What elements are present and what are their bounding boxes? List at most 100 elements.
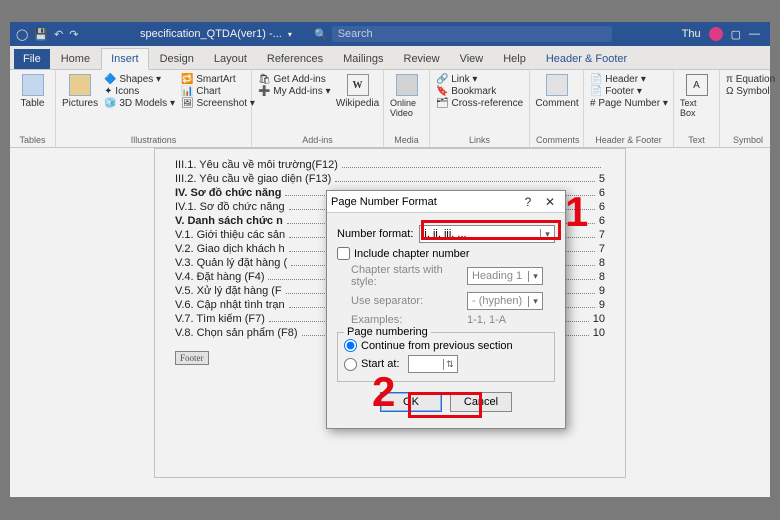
comment-button[interactable]: Comment: [536, 74, 578, 109]
group-label: Links: [436, 135, 523, 145]
pictures-button[interactable]: Pictures: [62, 74, 98, 109]
video-icon: [396, 74, 418, 96]
avatar[interactable]: [709, 27, 723, 41]
search-input[interactable]: [332, 26, 612, 42]
chapter-style-label: Chapter starts with style:: [351, 264, 461, 288]
group-label: Illustrations: [62, 135, 245, 145]
my-addins-button[interactable]: ➕ My Add-ins ▾: [258, 86, 331, 97]
chevron-down-icon[interactable]: ▾: [288, 30, 292, 39]
save-icon[interactable]: 💾: [34, 28, 48, 41]
group-media: Online Video Media: [384, 70, 430, 147]
group-header-footer: 📄 Header ▾ 📄 Footer ▾ # Page Number ▾ He…: [584, 70, 674, 147]
crossref-button[interactable]: 🗂 Cross-reference: [436, 98, 523, 109]
user-name: Thu: [682, 28, 701, 40]
ok-button[interactable]: OK: [380, 392, 442, 412]
tab-insert[interactable]: Insert: [101, 48, 149, 70]
tab-header-footer[interactable]: Header & Footer: [537, 49, 636, 69]
quick-access-toolbar: ◯ 💾 ↶ ↷: [10, 28, 140, 41]
number-format-value: i, ii, iii, ...: [420, 228, 540, 240]
page-number-button[interactable]: # Page Number ▾: [590, 98, 668, 109]
chart-button[interactable]: 📊 Chart: [181, 86, 255, 97]
wikipedia-icon: W: [347, 74, 369, 96]
include-chapter-checkbox[interactable]: [337, 247, 350, 260]
table-button[interactable]: Table: [16, 74, 49, 109]
screenshot-button[interactable]: 🖼 Screenshot ▾: [181, 98, 255, 109]
get-addins-button[interactable]: 🛍 Get Add-ins: [258, 74, 331, 85]
tab-file[interactable]: File: [14, 49, 50, 69]
equation-button[interactable]: π Equation: [726, 74, 775, 85]
smartart-button[interactable]: 🔁 SmartArt: [181, 74, 255, 85]
chevron-down-icon[interactable]: ▾: [540, 229, 554, 240]
separator-label: Use separator:: [351, 295, 461, 307]
minimize-icon[interactable]: —: [749, 28, 760, 40]
document-name: specification_QTDA(ver1) -... ▾: [140, 28, 310, 40]
tab-mailings[interactable]: Mailings: [334, 49, 392, 69]
tab-view[interactable]: View: [451, 49, 493, 69]
group-tables: Table Tables: [10, 70, 56, 147]
tab-review[interactable]: Review: [395, 49, 449, 69]
continue-label: Continue from previous section: [361, 340, 513, 352]
online-video-button[interactable]: Online Video: [390, 74, 423, 118]
group-label: Header & Footer: [590, 135, 667, 145]
tab-references[interactable]: References: [258, 49, 332, 69]
dialog-titlebar: Page Number Format ? ✕: [327, 191, 565, 213]
group-illustrations: Pictures 🔷 Shapes ▾ ✦ Icons 🧊 3D Models …: [56, 70, 252, 147]
continue-radio[interactable]: [344, 339, 357, 352]
footer-indicator[interactable]: Footer: [175, 351, 209, 365]
spinner-icon[interactable]: ⇅: [443, 359, 457, 370]
tab-home[interactable]: Home: [52, 49, 99, 69]
document-title: specification_QTDA(ver1) -...: [140, 28, 282, 40]
search-icon: 🔍: [314, 28, 328, 41]
link-button[interactable]: 🔗 Link ▾: [436, 74, 523, 85]
3dmodels-button[interactable]: 🧊 3D Models ▾: [104, 98, 175, 109]
comment-icon: [546, 74, 568, 96]
toc-line: III.2. Yêu cầu về giao diện (F13)5: [175, 173, 605, 185]
table-icon: [22, 74, 44, 96]
pictures-icon: [69, 74, 91, 96]
page-number-format-dialog: Page Number Format ? ✕ Number format: i,…: [326, 190, 566, 429]
tab-design[interactable]: Design: [151, 49, 203, 69]
ribbon-options-icon[interactable]: ▢: [731, 28, 741, 41]
start-at-spinner[interactable]: ⇅: [408, 355, 458, 373]
chapter-style-combo: Heading 1▾: [467, 267, 543, 285]
group-label: Add-ins: [258, 135, 377, 145]
start-at-label: Start at:: [361, 358, 400, 370]
help-icon[interactable]: ?: [517, 195, 539, 209]
separator-combo: - (hyphen)▾: [467, 292, 543, 310]
symbol-button[interactable]: Ω Symbol: [726, 86, 775, 97]
page-numbering-group: Page numbering Continue from previous se…: [337, 332, 555, 382]
examples-value: 1-1, 1-A: [467, 314, 506, 326]
group-label: Media: [390, 135, 423, 145]
page-numbering-legend: Page numbering: [344, 326, 431, 338]
number-format-label: Number format:: [337, 228, 413, 240]
number-format-combo[interactable]: i, ii, iii, ... ▾: [419, 225, 555, 243]
start-at-radio[interactable]: [344, 358, 357, 371]
icons-button[interactable]: ✦ Icons: [104, 86, 175, 97]
header-button[interactable]: 📄 Header ▾: [590, 74, 668, 85]
examples-label: Examples:: [351, 314, 461, 326]
close-icon[interactable]: ✕: [539, 195, 561, 209]
include-chapter-label: Include chapter number: [354, 248, 470, 260]
ribbon: Table Tables Pictures 🔷 Shapes ▾ ✦ Icons…: [10, 70, 770, 148]
bookmark-button[interactable]: 🔖 Bookmark: [436, 86, 523, 97]
dialog-title: Page Number Format: [331, 196, 517, 208]
search-bar[interactable]: 🔍: [310, 26, 682, 42]
cancel-button[interactable]: Cancel: [450, 392, 512, 412]
textbox-icon: A: [686, 74, 708, 96]
redo-icon[interactable]: ↷: [69, 28, 78, 41]
title-bar: ◯ 💾 ↶ ↷ specification_QTDA(ver1) -... ▾ …: [10, 22, 770, 46]
textbox-button[interactable]: AText Box: [680, 74, 713, 118]
wikipedia-button[interactable]: WWikipedia: [337, 74, 379, 109]
group-label: Text: [680, 135, 713, 145]
tab-layout[interactable]: Layout: [205, 49, 256, 69]
autosave-icon[interactable]: ◯: [16, 28, 28, 41]
group-links: 🔗 Link ▾ 🔖 Bookmark 🗂 Cross-reference Li…: [430, 70, 530, 147]
footer-button[interactable]: 📄 Footer ▾: [590, 86, 668, 97]
tab-help[interactable]: Help: [494, 49, 535, 69]
group-symbols: π Equation Ω Symbol Symbol: [720, 70, 776, 147]
group-comments: Comment Comments: [530, 70, 584, 147]
shapes-button[interactable]: 🔷 Shapes ▾: [104, 74, 175, 85]
undo-icon[interactable]: ↶: [54, 28, 63, 41]
group-label: Comments: [536, 135, 577, 145]
ribbon-tabs: File Home Insert Design Layout Reference…: [10, 46, 770, 70]
